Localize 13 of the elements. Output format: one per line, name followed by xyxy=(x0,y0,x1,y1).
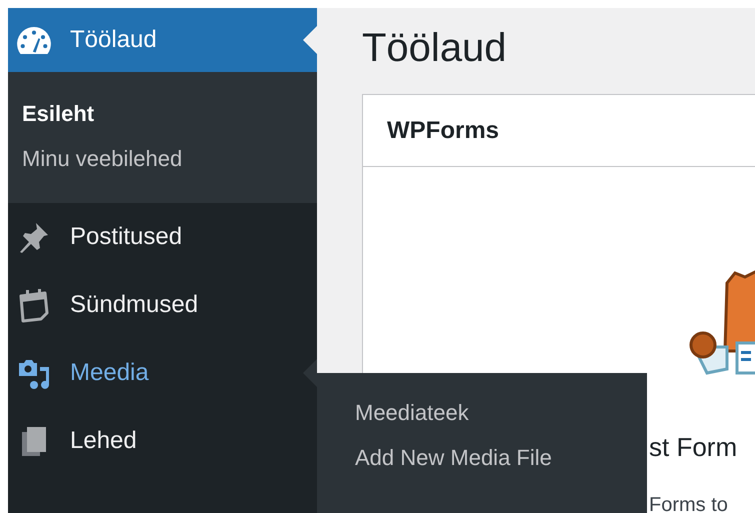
dashboard-icon xyxy=(17,26,51,54)
page-title: Töölaud xyxy=(362,25,508,72)
widget-heading: st Form xyxy=(649,431,738,464)
menu-item[interactable]: Lehed xyxy=(8,407,317,476)
flyout-item[interactable]: Add New Media File xyxy=(317,436,647,480)
submenu-item[interactable]: Minu veebilehed xyxy=(8,136,317,182)
menu-item[interactable]: Sündmused xyxy=(8,271,317,340)
widget-text: Forms to xyxy=(649,493,728,513)
menu-item[interactable]: Töölaud xyxy=(8,8,317,72)
flyout-item[interactable]: Meediateek xyxy=(317,391,647,436)
submenu-item[interactable]: Esileht xyxy=(8,92,317,137)
menu-item[interactable]: Postitused xyxy=(8,203,317,272)
widget-title: WPForms xyxy=(363,95,755,167)
